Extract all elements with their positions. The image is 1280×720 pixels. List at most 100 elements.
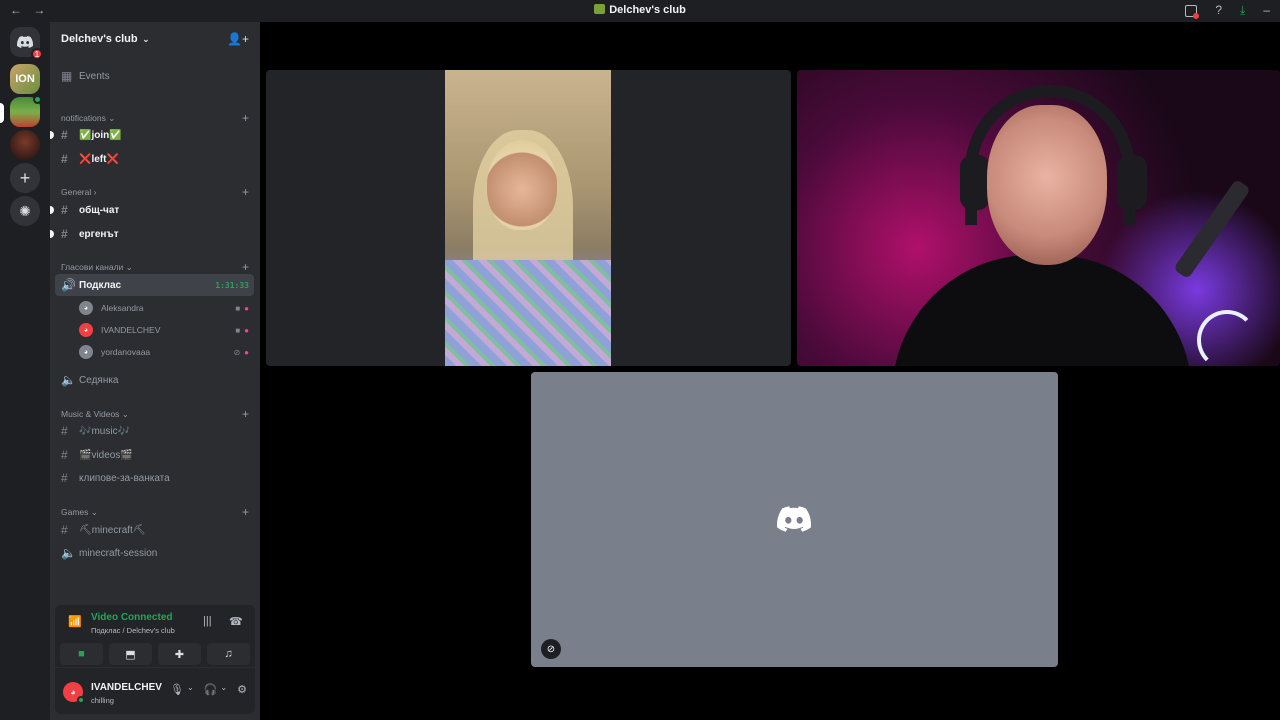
add-server-icon[interactable]: + xyxy=(10,163,40,193)
avatar: ◕ xyxy=(79,301,93,315)
screen-share-icon: ⬒ xyxy=(125,648,136,661)
add-channel-icon[interactable]: + xyxy=(242,260,249,274)
category-music-videos[interactable]: Music & Videos ⌄ + xyxy=(61,407,249,421)
microphone-icon[interactable]: 🎙 xyxy=(170,683,184,696)
hashtag-icon: # xyxy=(61,471,68,485)
voice-user[interactable]: ◕ Aleksandra ■ ● xyxy=(79,298,249,318)
video-tile-yordanovaaa[interactable]: ⊘ xyxy=(531,372,1058,667)
back-arrow-icon[interactable]: ← xyxy=(10,3,22,17)
soundboard-icon: ♫ xyxy=(224,648,233,660)
chevron-down-icon[interactable]: ⌄ xyxy=(220,683,227,696)
chevron-down-icon[interactable]: ⌄ xyxy=(187,683,194,696)
call-timer: 1:31:33 xyxy=(215,280,249,290)
signal-icon[interactable]: 📶 xyxy=(68,615,82,628)
channel-obsht-chat[interactable]: # общ-чат xyxy=(50,199,254,221)
events-item[interactable]: ▦ Events xyxy=(55,65,254,87)
unread-indicator xyxy=(50,206,54,214)
screen-share-button[interactable]: ⬒ xyxy=(109,643,152,665)
channel-join[interactable]: # ✅join✅ xyxy=(50,124,254,146)
add-channel-icon[interactable]: + xyxy=(242,407,249,421)
category-general[interactable]: General › + xyxy=(61,185,249,199)
hashtag-icon: # xyxy=(61,424,68,438)
selected-indicator xyxy=(0,103,4,123)
notification-badge: 1 xyxy=(31,48,43,60)
unread-indicator xyxy=(50,230,54,238)
user-controls: 🎙 ⌄ 🎧 ⌄ ⚙ xyxy=(170,683,247,696)
calendar-icon: ▦ xyxy=(61,69,73,83)
channel-left[interactable]: # ❌left❌ xyxy=(55,148,254,170)
server-delchevs-club[interactable] xyxy=(0,95,42,127)
speaker-icon: 🔈 xyxy=(61,373,76,387)
minimize-icon[interactable]: – xyxy=(1263,3,1270,18)
guild-header[interactable]: Delchev's club ⌄ 👤+ xyxy=(50,22,260,56)
hashtag-icon: # xyxy=(61,128,68,142)
custom-status[interactable]: chilling xyxy=(91,696,114,705)
voice-status[interactable]: Video Connected xyxy=(91,612,173,623)
guild-name[interactable]: Delchev's club ⌄ xyxy=(61,33,150,45)
activity-icon: ● xyxy=(244,347,249,357)
discover-compass-icon[interactable]: ✺ xyxy=(10,196,40,226)
inbox-icon[interactable] xyxy=(1185,5,1200,19)
history-nav: ← → xyxy=(10,3,53,17)
voice-active-dot xyxy=(33,95,42,104)
activities-button[interactable]: ✚ xyxy=(158,643,201,665)
speaker-icon: 🔈 xyxy=(61,546,76,560)
video-tile-ivandelchev[interactable] xyxy=(797,70,1280,366)
voice-location[interactable]: Подклас / Delchev's club xyxy=(91,626,175,635)
video-camera-icon: ■ xyxy=(78,648,85,660)
channel-minecraft[interactable]: # ⛏minecraft⛏ xyxy=(55,519,254,541)
add-channel-icon[interactable]: + xyxy=(242,505,249,519)
hashtag-icon: # xyxy=(61,227,68,241)
voice-connection-panel: 📶 Video Connected Подклас / Delchev's cl… xyxy=(55,605,255,667)
category-voice[interactable]: Гласови канали ⌄ + xyxy=(61,260,249,274)
username[interactable]: IVANDELCHEV xyxy=(91,682,162,693)
voice-user[interactable]: ◕ yordanovaaa ⊘ ● xyxy=(79,342,249,362)
activity-icon: ● xyxy=(244,325,249,335)
user-panel: ◕ IVANDELCHEV chilling 🎙 ⌄ 🎧 ⌄ ⚙ xyxy=(55,668,255,714)
channel-ergenat[interactable]: # ергенът xyxy=(50,223,254,245)
voice-channel-minecraft-session[interactable]: 🔈 minecraft-session xyxy=(55,542,254,564)
settings-gear-icon[interactable]: ⚙ xyxy=(237,683,247,696)
voice-action-buttons: ■ ⬒ ✚ ♫ xyxy=(60,643,250,665)
channel-music[interactable]: # 🎶music🎶 xyxy=(55,420,254,442)
help-icon[interactable]: ? xyxy=(1215,3,1222,18)
camera-button[interactable]: ■ xyxy=(60,643,103,665)
invite-member-icon[interactable]: 👤+ xyxy=(227,32,249,46)
voice-user[interactable]: ◕ IVANDELCHEV ■ ● xyxy=(79,320,249,340)
avatar: ◕ xyxy=(79,345,93,359)
channel-klipove[interactable]: # клипове-за-ванката xyxy=(55,467,254,489)
hashtag-icon: # xyxy=(61,448,68,462)
activities-icon: ✚ xyxy=(174,648,185,661)
chevron-down-icon: ⌄ xyxy=(139,34,150,44)
soundboard-button[interactable]: ♫ xyxy=(207,643,250,665)
discord-logo-icon xyxy=(17,36,33,48)
title-bar: ← → Delchev's club ? ⤓ – xyxy=(0,0,1280,22)
camera-icon: ■ xyxy=(235,325,241,335)
server-ion[interactable]: ION xyxy=(10,64,40,94)
category-notifications[interactable]: notifications ⌄ + xyxy=(61,111,249,125)
hashtag-icon: # xyxy=(61,203,68,217)
mic-muted-icon: ⊘ xyxy=(233,347,241,357)
activity-icon: ● xyxy=(244,303,249,313)
speaker-icon: 🔊 xyxy=(61,278,76,292)
add-channel-icon[interactable]: + xyxy=(242,111,249,125)
forward-arrow-icon[interactable]: → xyxy=(33,3,45,17)
discord-logo-icon xyxy=(777,506,811,532)
user-avatar[interactable]: ◕ xyxy=(63,682,85,704)
mic-muted-icon: ⊘ xyxy=(541,639,561,659)
direct-messages-button[interactable]: 1 xyxy=(10,27,43,60)
disconnect-icon[interactable]: ☎ xyxy=(229,615,243,628)
category-games[interactable]: Games ⌄ + xyxy=(61,505,249,519)
video-tile-aleksandra[interactable] xyxy=(266,70,791,366)
download-icon[interactable]: ⤓ xyxy=(1240,3,1245,18)
hashtag-icon: # xyxy=(61,523,68,537)
voice-channel-sedyanka[interactable]: 🔈 Седянка xyxy=(55,369,254,391)
server-other[interactable] xyxy=(10,130,40,160)
headphones-icon[interactable]: 🎧 xyxy=(204,683,218,696)
voice-channel-podklas[interactable]: 🔊 Подклас 1:31:33 xyxy=(55,274,254,296)
noise-suppression-icon[interactable]: ||| xyxy=(203,615,212,627)
video-feed xyxy=(445,70,611,366)
server-icon xyxy=(594,4,606,14)
add-channel-icon[interactable]: + xyxy=(242,185,249,199)
channel-videos[interactable]: # 🎬videos🎬 xyxy=(55,444,254,466)
